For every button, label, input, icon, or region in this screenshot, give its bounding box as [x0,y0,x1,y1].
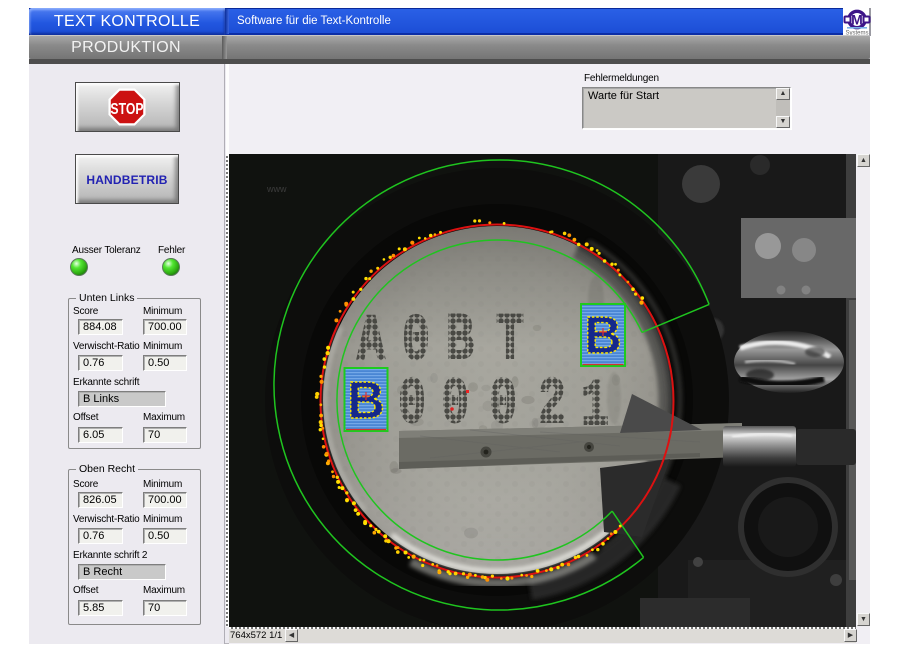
svg-text:B: B [347,372,385,430]
svg-text:STOP: STOP [110,100,143,118]
svg-text:www: www [266,184,287,194]
svg-text:M: M [851,12,863,28]
